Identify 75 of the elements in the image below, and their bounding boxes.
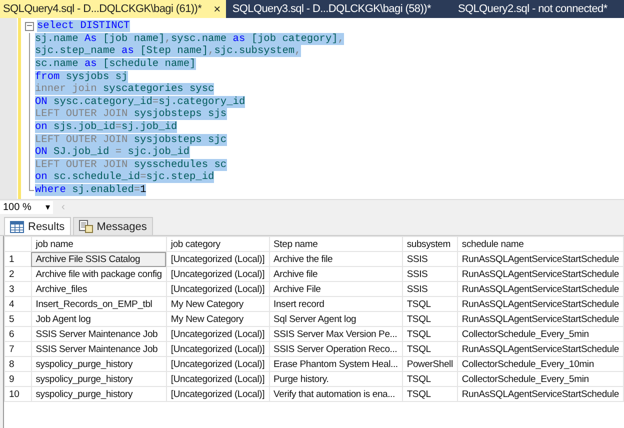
table-cell: [Uncategorized (Local)] [166, 342, 270, 356]
table-cell: SSIS Server Operation Reco... [269, 342, 402, 356]
row-number: 9 [4, 372, 32, 386]
editor-tab[interactable]: SQLQuery4.sql - D...DQLCKGK\bagi (61))* × [0, 0, 226, 18]
results-tab[interactable]: Messages [72, 217, 153, 235]
table-cell: Verify that automation is ena... [269, 386, 402, 402]
table-cell: RunAsSQLAgentServiceStartSchedule [457, 296, 624, 312]
table-cell: [Uncategorized (Local)] [166, 386, 270, 402]
row-number: 7 [4, 342, 32, 356]
code-editor[interactable] [0, 18, 624, 200]
table-cell: My New Category [166, 296, 270, 312]
table-cell: RunAsSQLAgentServiceStartSchedule [457, 266, 624, 282]
row-number: 10 [4, 386, 32, 402]
table-cell: PowerShell [402, 356, 458, 372]
table-cell: [Uncategorized (Local)] [166, 326, 270, 342]
table-cell: TSQL [402, 312, 458, 326]
table-cell: syspolicy_purge_history [31, 386, 166, 402]
column-header[interactable]: Step name [269, 236, 402, 252]
table-cell: CollectorSchedule_Every_10min [457, 356, 624, 372]
table-cell: Archive File SSIS Catalog [31, 252, 166, 266]
column-header[interactable]: schedule name [457, 236, 624, 252]
table-cell: [Uncategorized (Local)] [166, 356, 270, 372]
row-number: 5 [4, 312, 32, 326]
table-cell: SSIS [402, 266, 458, 282]
column-header[interactable]: job category [166, 236, 270, 252]
table-cell: Insert_Records_on_EMP_tbl [31, 296, 166, 312]
table-cell: TSQL [402, 342, 458, 356]
table-cell: Insert record [269, 296, 402, 312]
table-cell: TSQL [402, 386, 458, 402]
table-cell: syspolicy_purge_history [31, 356, 166, 372]
document-icon [78, 220, 93, 233]
grid-icon [10, 220, 24, 232]
table-cell: Archive_files [31, 282, 166, 296]
table-cell: [Uncategorized (Local)] [166, 266, 270, 282]
table-cell: CollectorSchedule_Every_5min [457, 372, 624, 386]
table-cell: TSQL [402, 296, 458, 312]
row-number: 2 [4, 266, 32, 282]
table-cell: Purge history. [269, 372, 402, 386]
table-cell: SSIS [402, 282, 458, 296]
table-cell: Sql Server Agent log [269, 312, 402, 326]
table-cell: Archive file [269, 266, 402, 282]
table-cell: Erase Phantom System Heal... [269, 356, 402, 372]
close-icon[interactable]: × [214, 2, 220, 16]
zoom-dropdown[interactable]: 100 % ▾ [0, 200, 54, 214]
table-cell: [Uncategorized (Local)] [166, 252, 270, 266]
table-cell: SSIS [402, 252, 458, 266]
table-cell: Archive file with package config [31, 266, 166, 282]
table-cell: RunAsSQLAgentServiceStartSchedule [457, 312, 624, 326]
editor-tab[interactable]: SQLQuery2.sql - not connected* [454, 0, 614, 18]
row-number: 6 [4, 326, 32, 342]
table-cell: My New Category [166, 312, 270, 326]
editor-tab[interactable]: SQLQuery3.sql - D...DQLCKGK\bagi (58))* [229, 0, 437, 18]
table-cell: SSIS Server Maintenance Job [31, 326, 166, 342]
table-cell: SSIS Server Max Version Pe... [269, 326, 402, 342]
table-cell: Archive File [269, 282, 402, 296]
column-header[interactable]: job name [31, 236, 166, 252]
table-cell: syspolicy_purge_history [31, 372, 166, 386]
table-cell: RunAsSQLAgentServiceStartSchedule [457, 252, 624, 266]
results-tab[interactable]: Results [4, 217, 71, 235]
row-number: 8 [4, 356, 32, 372]
table-cell: [Uncategorized (Local)] [166, 372, 270, 386]
table-cell: TSQL [402, 326, 458, 342]
row-number: 4 [4, 296, 32, 312]
table-cell: CollectorSchedule_Every_5min [457, 326, 624, 342]
table-cell: Job Agent log [31, 312, 166, 326]
table-cell: RunAsSQLAgentServiceStartSchedule [457, 386, 624, 402]
table-cell: Archive the file [269, 252, 402, 266]
table-cell: RunAsSQLAgentServiceStartSchedule [457, 342, 624, 356]
row-number: 3 [4, 282, 32, 296]
table-cell: TSQL [402, 372, 458, 386]
table-cell: SSIS Server Maintenance Job [31, 342, 166, 356]
table-cell: [Uncategorized (Local)] [166, 282, 270, 296]
table-cell: RunAsSQLAgentServiceStartSchedule [457, 282, 624, 296]
collapse-icon[interactable]: − [25, 22, 34, 31]
column-header[interactable]: subsystem [402, 236, 458, 252]
